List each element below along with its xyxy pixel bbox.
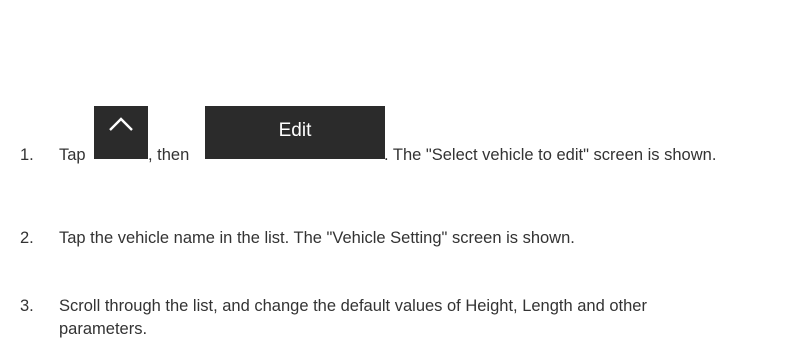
step-3-text-line2: parameters. bbox=[59, 320, 148, 338]
step-number-2: 2. bbox=[20, 229, 34, 247]
chevron-up-icon bbox=[108, 116, 134, 132]
step-1-text-tap: Tap bbox=[59, 146, 86, 164]
step-number-1: 1. bbox=[20, 146, 34, 164]
step-1-text-result: . The "Select vehicle to edit" screen is… bbox=[384, 146, 717, 164]
step-number-3: 3. bbox=[20, 297, 34, 315]
edit-button-label: Edit bbox=[278, 120, 312, 141]
edit-button[interactable]: Edit bbox=[205, 106, 385, 159]
up-button[interactable] bbox=[94, 106, 148, 159]
step-2-text: Tap the vehicle name in the list. The "V… bbox=[59, 229, 575, 247]
step-3-text-line1: Scroll through the list, and change the … bbox=[59, 297, 647, 315]
step-1-text-then: , then bbox=[148, 146, 190, 164]
